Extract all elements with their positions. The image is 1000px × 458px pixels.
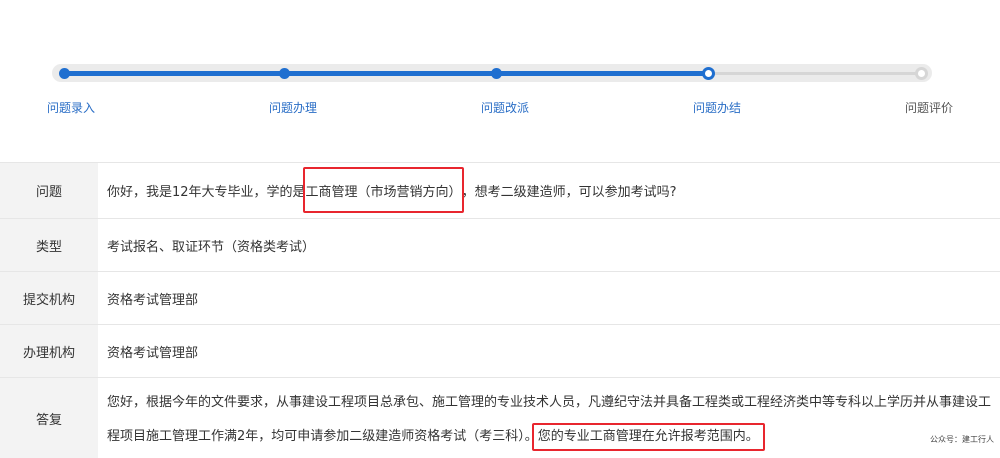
question-highlight: 工商管理（市场营销方向） — [302, 167, 464, 213]
step-dot-processing — [278, 68, 290, 79]
progress-stepper: 问题录入 问题办理 问题改派 问题办结 问题评价 — [0, 0, 1000, 162]
row-handle-org: 办理机构 资格考试管理部 — [0, 325, 1000, 378]
row-value-question: 你好，我是12年大专毕业，学的是 工商管理（市场营销方向） ，想考二级建造师，可以参… — [98, 163, 1000, 218]
row-question: 问题 你好，我是12年大专毕业，学的是 工商管理（市场营销方向） ，想考二级建造师，… — [0, 163, 1000, 219]
step-dot-closed — [701, 67, 715, 80]
question-text-pre: 你好，我是12年大专毕业，学的是 — [107, 185, 306, 200]
row-key-question: 问题 — [0, 163, 98, 218]
progress-remaining — [708, 72, 921, 75]
step-label-entry[interactable]: 问题录入 — [47, 99, 95, 116]
step-label-evaluation[interactable]: 问题评价 — [905, 99, 953, 116]
row-type: 类型 考试报名、取证环节（资格类考试） — [0, 219, 1000, 272]
row-value-handle-org: 资格考试管理部 — [107, 345, 199, 361]
step-label-closed[interactable]: 问题办结 — [693, 99, 741, 116]
row-value-type: 考试报名、取证环节（资格类考试） — [107, 239, 316, 255]
row-key-handle-org: 办理机构 — [0, 325, 98, 377]
question-text-post: ，想考二级建造师，可以参加考试吗? — [461, 185, 677, 200]
answer-highlight: 您的专业工商管理在允许报考范围内。 — [531, 423, 765, 451]
row-key-submit-org: 提交机构 — [0, 272, 98, 324]
step-dot-evaluation — [914, 67, 928, 80]
step-label-processing[interactable]: 问题办理 — [269, 99, 317, 116]
row-key-type: 类型 — [0, 219, 98, 271]
step-dot-reassign — [490, 68, 502, 79]
step-dot-entry — [58, 68, 70, 79]
progress-fill — [64, 71, 708, 76]
row-submit-org: 提交机构 资格考试管理部 — [0, 272, 1000, 325]
highlight-box — [302, 167, 464, 213]
row-answer: 答复 您好，根据今年的文件要求，从事建设工程项目总承包、施工管理的专业技术人员，… — [0, 378, 1000, 458]
row-value-submit-org: 资格考试管理部 — [107, 292, 199, 308]
watermark: 公众号：建工行人 — [930, 435, 994, 444]
step-label-reassign[interactable]: 问题改派 — [481, 99, 529, 116]
issue-detail-table: 问题 你好，我是12年大专毕业，学的是 工商管理（市场营销方向） ，想考二级建造师，… — [0, 163, 1000, 458]
row-value-answer: 您好，根据今年的文件要求，从事建设工程项目总承包、施工管理的专业技术人员，凡遵纪… — [98, 378, 1000, 458]
row-key-answer: 答复 — [0, 378, 98, 458]
